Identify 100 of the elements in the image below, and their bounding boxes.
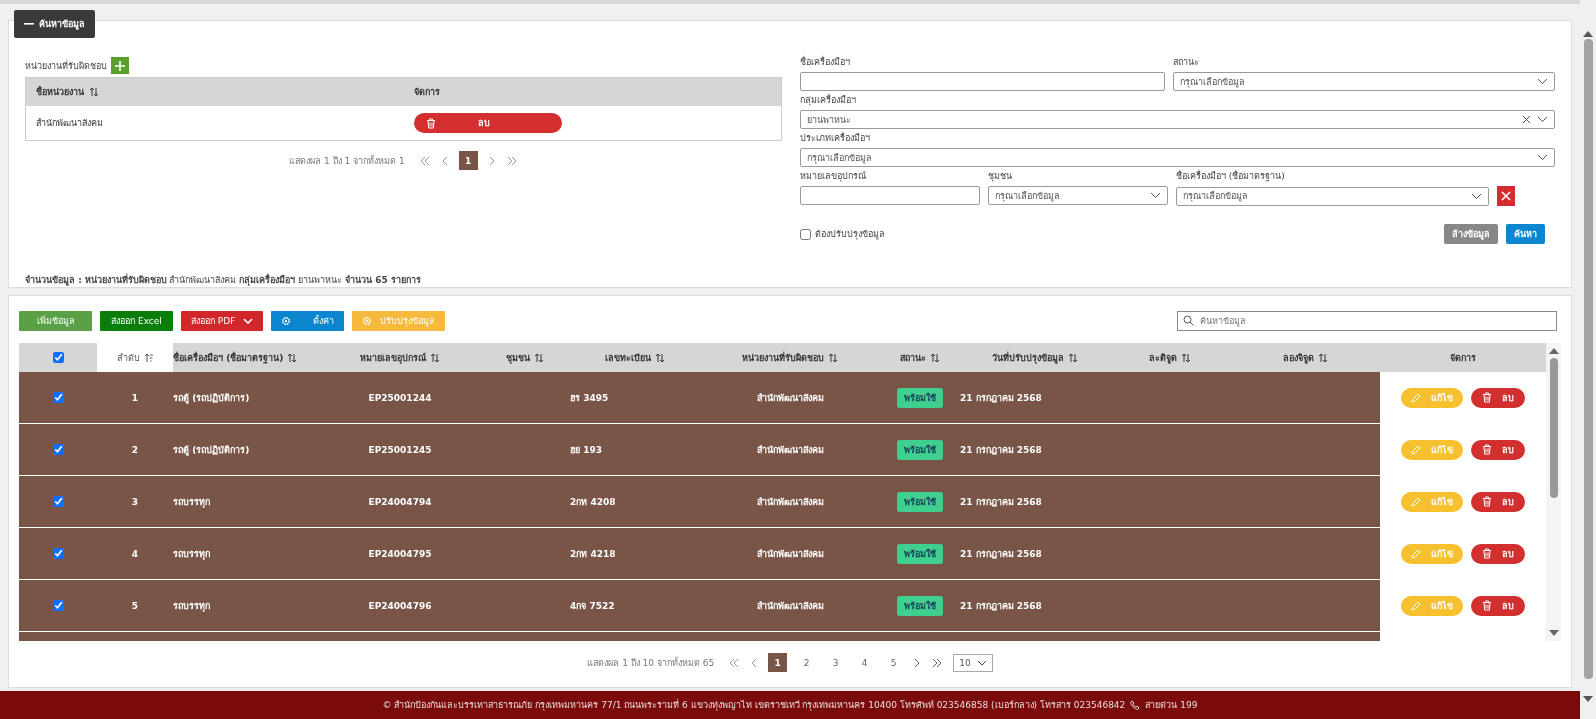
table-cell-text: สำนักพัฒนาสังคม	[756, 443, 824, 457]
page-button[interactable]: 4	[855, 653, 875, 672]
page-button[interactable]: 2	[797, 653, 817, 672]
page-button[interactable]: 5	[884, 653, 904, 672]
page-button[interactable]: 1	[768, 653, 788, 672]
table-cell: 1	[131, 392, 139, 403]
sort-icon[interactable]	[287, 352, 298, 363]
sort-icon[interactable]	[430, 352, 440, 363]
last-page-icon[interactable]	[931, 657, 944, 668]
export-button[interactable]: ส่งออก Excel	[100, 311, 173, 331]
column-header[interactable]: หมายเลขอุปกรณ์	[320, 343, 480, 372]
delete-button[interactable]: ลบ	[1471, 491, 1525, 512]
footer-text: © สำนักป้องกันและบรรเทาสาธารณภัย กรุงเทพมหานคร 77/1 ถนนพระรามที่ 6 แขวงทุ่งพญาไท เขตราชเทวี กรุงเทพมหานคร 10400 โทรศัพท์ 023546858 (เบอร์กลาง) โทรสาร 023546842	[382, 698, 1126, 712]
sort-icon[interactable]	[1181, 352, 1191, 363]
text-field[interactable]	[800, 186, 980, 205]
row-checkbox[interactable]	[52, 548, 64, 559]
text-field[interactable]	[800, 72, 1165, 91]
remove-button[interactable]	[1497, 186, 1515, 206]
delete-button[interactable]: ลบ	[413, 113, 562, 133]
export-dropdown-button[interactable]: ส่งออก PDF	[181, 311, 264, 331]
column-header[interactable]: ละติจูด	[1110, 343, 1230, 372]
column-header[interactable]: ชื่อเครื่องมือฯ (ชื่อมาตรฐาน)	[173, 343, 320, 372]
delete-button[interactable]: ลบ	[1471, 595, 1525, 616]
column-header[interactable]: ชื่อหน่วยงาน	[26, 85, 109, 99]
delete-button[interactable]: ลบ	[1471, 543, 1525, 564]
select-field[interactable]: กรุณาเลือกข้อมูล	[1176, 186, 1489, 206]
table-cell-text: 21 กรกฎาคม 2568	[960, 547, 1042, 561]
scrollbar-thumb[interactable]	[1549, 358, 1558, 498]
sort-icon[interactable]	[828, 352, 838, 363]
column-header: จัดการ	[412, 86, 441, 99]
column-header[interactable]: หน่วยงานที่รับผิดชอบ	[700, 343, 880, 372]
column-header[interactable]: ชุมชน	[480, 343, 570, 372]
row-checkbox[interactable]	[52, 444, 64, 455]
select-field[interactable]: กรุณาเลือกข้อมูล	[988, 186, 1168, 205]
row-checkbox[interactable]	[52, 392, 64, 403]
field-label: ชื่อเครื่องมือฯ	[800, 55, 851, 69]
status-badge: พร้อมใช้	[897, 439, 943, 460]
close-icon	[1501, 191, 1511, 201]
sort-icon[interactable]	[655, 352, 665, 363]
sort-icon[interactable]	[534, 352, 544, 363]
field-label: หมายเลขอุปกรณ์	[800, 170, 867, 183]
sort-icon[interactable]	[930, 352, 940, 363]
table-cell: EP24004795	[368, 548, 432, 559]
pencil-icon	[1411, 444, 1421, 455]
add-button[interactable]	[111, 57, 129, 74]
settings-button[interactable]: ตั้งค่า	[271, 311, 345, 331]
scroll-up-icon[interactable]	[1583, 30, 1593, 37]
select-field[interactable]: กรุณาเลือกข้อมูล	[800, 148, 1555, 167]
search-field[interactable]: ค้นหาข้อมูล	[1177, 311, 1557, 331]
field-label: หน่วยงานที่รับผิดชอบ	[25, 59, 107, 73]
table-cell-text: สำนักพัฒนาสังคม	[756, 391, 824, 405]
column-header[interactable]: เลขทะเบียน	[570, 343, 700, 372]
delete-button[interactable]: ลบ	[1471, 439, 1525, 460]
table-cell-text: 2กท 4218	[570, 547, 616, 561]
delete-button[interactable]: ลบ	[1471, 387, 1525, 408]
page-button[interactable]: 1	[458, 151, 478, 170]
scroll-up-icon[interactable]	[1548, 347, 1559, 354]
checkbox[interactable]	[800, 228, 811, 240]
pencil-icon	[1411, 548, 1421, 559]
scroll-down-icon[interactable]	[1548, 630, 1559, 637]
column-header[interactable]: จัดการ	[1380, 343, 1546, 372]
chevron-down-icon	[976, 659, 987, 666]
select-all-checkbox[interactable]	[52, 352, 64, 363]
page-button[interactable]: 3	[826, 653, 846, 672]
sort-icon[interactable]	[89, 87, 99, 97]
table-cell-text: รถตู้ (รถปฏิบัติการ)	[173, 391, 250, 405]
clear-button[interactable]: ล้างข้อมูล	[1444, 224, 1498, 244]
column-header[interactable]: ลองจิจูด	[1230, 343, 1380, 372]
table-cell-text: รถบรรทุก	[173, 547, 210, 561]
first-page-icon[interactable]	[728, 657, 741, 668]
column-header[interactable]: ลำดับ	[97, 343, 173, 372]
row-checkbox[interactable]	[52, 600, 64, 611]
scrollbar-thumb[interactable]	[1583, 39, 1593, 679]
previous-page-icon[interactable]	[440, 155, 449, 166]
sort-icon[interactable]	[143, 352, 154, 363]
table-cell-text: 21 กรกฎาคม 2568	[960, 495, 1042, 509]
clear-icon[interactable]	[1522, 115, 1531, 124]
gear-icon	[362, 316, 373, 326]
next-page-icon[interactable]	[487, 155, 496, 166]
table-cell-text: สำนักพัฒนาสังคม	[756, 547, 824, 561]
page-size-select[interactable]: 10	[953, 653, 993, 672]
first-page-icon[interactable]	[418, 155, 431, 166]
next-page-icon[interactable]	[913, 657, 922, 668]
scroll-down-icon[interactable]	[1583, 696, 1593, 703]
column-header[interactable]: สถานะ	[880, 343, 960, 372]
sort-icon[interactable]	[1068, 352, 1078, 363]
last-page-icon[interactable]	[505, 155, 518, 166]
column-header[interactable]: วันที่ปรับปรุงข้อมูล	[960, 343, 1110, 372]
table-cell: EP25001245	[368, 444, 432, 455]
select-field[interactable]: ยานพาหนะ	[800, 110, 1555, 129]
field-label: กลุ่มเครื่องมือฯ	[800, 93, 857, 107]
collapse-button[interactable]: ค้นหาข้อมูล	[14, 10, 95, 38]
scrollbar[interactable]	[1546, 343, 1561, 641]
row-checkbox[interactable]	[52, 496, 64, 507]
previous-page-icon[interactable]	[750, 657, 759, 668]
field-label: ชุมชน	[988, 170, 1013, 183]
search-button[interactable]: ค้นหา	[1506, 224, 1545, 244]
sort-icon[interactable]	[1317, 352, 1328, 363]
select-field[interactable]: กรุณาเลือกข้อมูล	[1173, 72, 1555, 91]
table-cell: 4	[131, 548, 139, 559]
